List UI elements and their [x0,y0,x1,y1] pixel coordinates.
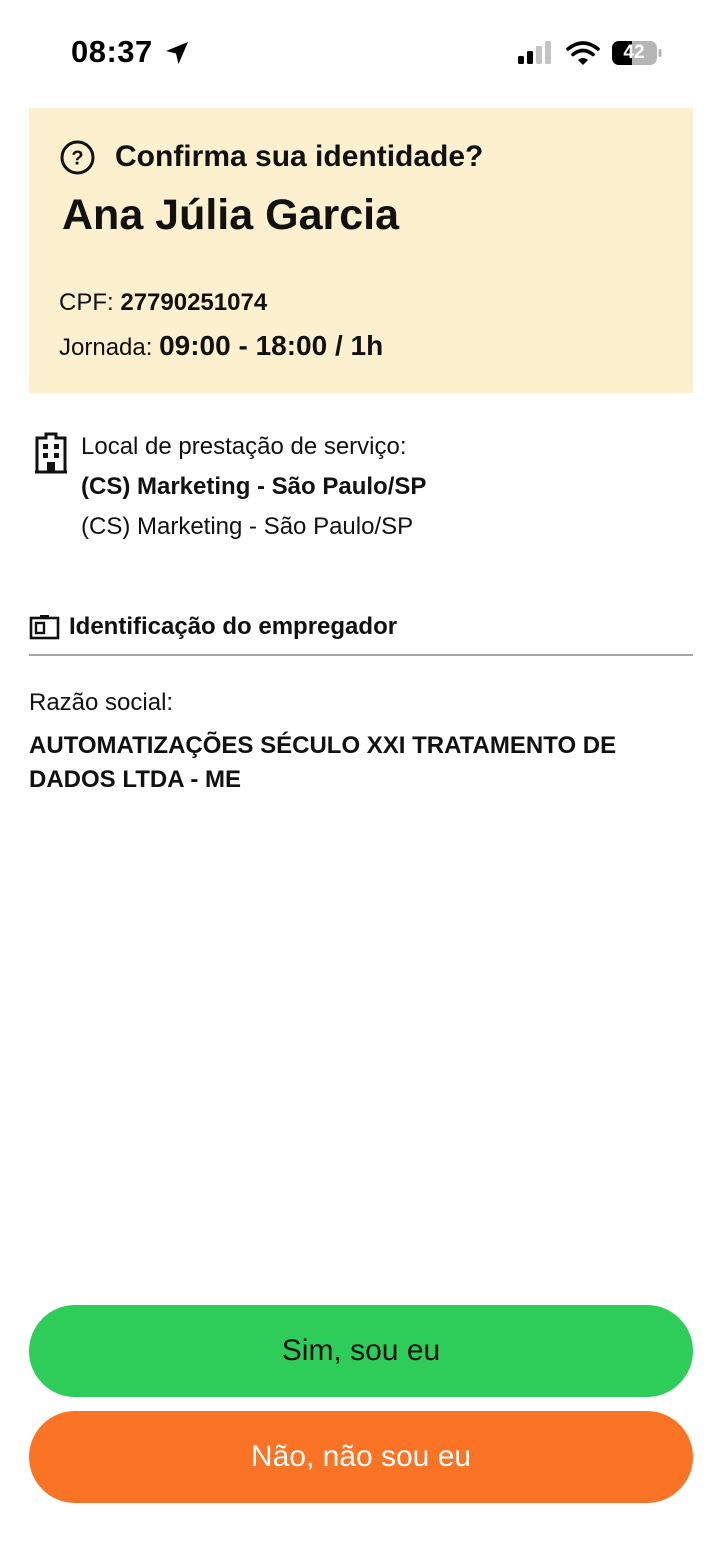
svg-text:?: ? [71,148,83,170]
location-arrow-icon [166,42,188,64]
cpf-label: CPF: [59,289,121,316]
employer-heading: Identificação do empregador [69,613,398,640]
identity-question: Confirma sua identidade? [115,140,484,173]
razao-social-value: AUTOMATIZAÇÕES SÉCULO XXI TRATAMENTO DE … [29,732,617,793]
local-secondary: (CS) Marketing - São Paulo/SP [81,513,414,540]
cellular-signal-icon [518,41,551,64]
razao-social-label: Razão social: [29,689,174,716]
jornada-value: 09:00 - 18:00 / 1h [159,330,384,361]
cpf-row: CPF: 27790251074 [59,289,267,317]
local-label: Local de prestação de serviço: [81,433,407,460]
id-card-icon [29,615,60,640]
jornada-label: Jornada: [59,334,160,361]
section-divider [29,654,693,656]
question-circle-icon: ? [60,140,95,175]
deny-identity-button[interactable]: Não, não sou eu [29,1411,693,1503]
confirm-identity-button[interactable]: Sim, sou eu [29,1305,693,1397]
battery-level: 42 [623,42,645,63]
status-time: 08:37 [71,34,153,69]
local-primary: (CS) Marketing - São Paulo/SP [81,473,427,500]
person-name: Ana Júlia Garcia [62,191,399,239]
wifi-icon [566,41,600,65]
jornada-row: Jornada: 09:00 - 18:00 / 1h [59,330,383,362]
battery-icon: 42 [611,40,663,66]
cpf-value: 27790251074 [120,289,268,316]
building-icon [35,432,67,474]
